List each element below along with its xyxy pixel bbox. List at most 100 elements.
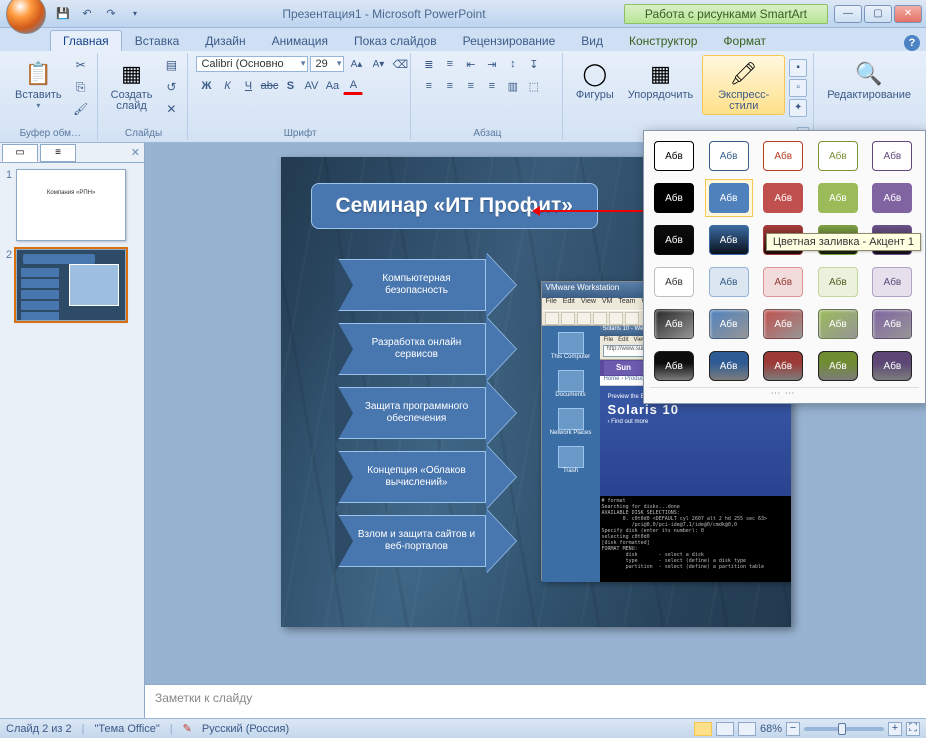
arrow-item[interactable]: Защита программного обеспечения — [336, 387, 516, 439]
font-color-icon[interactable]: A — [343, 77, 363, 95]
undo-icon[interactable]: ↶ — [78, 5, 96, 23]
style-swatch[interactable]: Абв — [759, 305, 807, 343]
tab-design[interactable]: Дизайн — [192, 30, 258, 51]
tab-insert[interactable]: Вставка — [122, 30, 193, 51]
style-swatch[interactable]: Абв — [868, 179, 916, 217]
close-button[interactable]: ✕ — [894, 5, 922, 23]
shadow-button[interactable]: S — [280, 77, 300, 95]
shrink-font-icon[interactable]: A▾ — [368, 55, 388, 73]
quick-styles-button[interactable]: 🖍 Экспресс-стили — [702, 55, 785, 115]
style-swatch[interactable]: Абв — [814, 347, 862, 385]
numbering-icon[interactable]: ≡ — [440, 55, 460, 73]
style-swatch[interactable]: Абв — [705, 305, 753, 343]
shapes-button[interactable]: ◯ Фигуры — [571, 55, 619, 104]
italic-button[interactable]: К — [217, 77, 237, 95]
style-swatch[interactable]: Абв — [705, 137, 753, 175]
justify-icon[interactable]: ≡ — [482, 77, 502, 95]
align-right-icon[interactable]: ≡ — [461, 77, 481, 95]
slide-thumbnail-2[interactable] — [16, 249, 126, 321]
notes-pane[interactable]: Заметки к слайду — [145, 684, 926, 718]
style-swatch[interactable]: Абв — [705, 347, 753, 385]
style-swatch[interactable]: Абв — [868, 263, 916, 301]
arrow-item[interactable]: Концепция «Облаков вычислений» — [336, 451, 516, 503]
arrow-item[interactable]: Разработка онлайн сервисов — [336, 323, 516, 375]
style-swatch[interactable]: Абв — [650, 347, 698, 385]
zoom-thumb[interactable] — [838, 723, 846, 735]
maximize-button[interactable]: ▢ — [864, 5, 892, 23]
tab-view[interactable]: Вид — [568, 30, 616, 51]
tab-home[interactable]: Главная — [50, 30, 122, 51]
minimize-button[interactable]: — — [834, 5, 862, 23]
decrease-indent-icon[interactable]: ⇤ — [461, 55, 481, 73]
zoom-level[interactable]: 68% — [760, 723, 782, 735]
zoom-in-button[interactable]: + — [888, 722, 902, 736]
shape-fill-icon[interactable]: ▪ — [789, 59, 807, 77]
arrange-button[interactable]: ▦ Упорядочить — [623, 55, 698, 104]
style-swatch[interactable]: Абв — [650, 263, 698, 301]
tab-review[interactable]: Рецензирование — [450, 30, 569, 51]
language-label[interactable]: Русский (Россия) — [202, 723, 289, 735]
tab-animation[interactable]: Анимация — [259, 30, 341, 51]
style-swatch[interactable]: Абв — [705, 179, 753, 217]
tab-smartart-design[interactable]: Конструктор — [616, 30, 710, 51]
font-family-combo[interactable]: Calibri (Основно — [196, 56, 308, 72]
smartart-arrows[interactable]: Компьютерная безопасность Разработка онл… — [336, 259, 516, 567]
grow-font-icon[interactable]: A▴ — [346, 55, 366, 73]
copy-icon[interactable]: ⎘ — [71, 77, 91, 97]
outline-tab[interactable]: ≡ — [40, 144, 76, 162]
zoom-slider[interactable] — [804, 727, 884, 731]
shape-outline-icon[interactable]: ▫ — [789, 79, 807, 97]
align-left-icon[interactable]: ≡ — [419, 77, 439, 95]
style-swatch[interactable]: Абв — [650, 221, 698, 259]
change-case-icon[interactable]: Aa — [322, 77, 342, 95]
columns-icon[interactable]: ▥ — [503, 77, 523, 95]
text-direction-icon[interactable]: ↧ — [524, 55, 544, 73]
increase-indent-icon[interactable]: ⇥ — [482, 55, 502, 73]
style-swatch[interactable]: Абв — [759, 179, 807, 217]
font-size-combo[interactable]: 29 — [310, 56, 344, 72]
find-button[interactable]: 🔍 Редактирование — [822, 55, 916, 104]
style-swatch[interactable]: Абв — [650, 305, 698, 343]
slide-thumbnail-1[interactable]: Компания «РПН» — [16, 169, 126, 241]
sorter-view-icon[interactable] — [716, 722, 734, 736]
strike-button[interactable]: abc — [259, 77, 279, 95]
style-swatch[interactable]: Абв — [868, 347, 916, 385]
layout-icon[interactable]: ▤ — [161, 55, 181, 75]
format-painter-icon[interactable]: 🖌 — [71, 99, 91, 119]
style-swatch[interactable]: Абв — [759, 263, 807, 301]
qat-customize-icon[interactable]: ▾ — [126, 5, 144, 23]
slides-tab[interactable]: ▭ — [2, 144, 38, 162]
style-swatch[interactable]: Абв — [650, 179, 698, 217]
char-spacing-icon[interactable]: AV — [301, 77, 321, 95]
delete-slide-icon[interactable]: ✕ — [161, 99, 181, 119]
bold-button[interactable]: Ж — [196, 77, 216, 95]
new-slide-button[interactable]: ▦ Создать слайд — [106, 55, 158, 115]
style-swatch[interactable]: Абв — [868, 305, 916, 343]
style-swatch[interactable]: Абв — [868, 137, 916, 175]
style-swatch[interactable]: Абв — [705, 263, 753, 301]
fit-window-icon[interactable]: ⛶ — [906, 722, 920, 736]
reset-icon[interactable]: ↺ — [161, 77, 181, 97]
gallery-more-handle[interactable]: ⋯⋯ — [650, 387, 919, 401]
style-swatch[interactable]: Абв — [705, 221, 753, 259]
tab-slideshow[interactable]: Показ слайдов — [341, 30, 450, 51]
clear-formatting-icon[interactable]: ⌫ — [390, 55, 410, 73]
style-swatch[interactable]: Абв — [650, 137, 698, 175]
style-swatch[interactable]: Абв — [759, 347, 807, 385]
arrow-item[interactable]: Взлом и защита сайтов и веб-порталов — [336, 515, 516, 567]
underline-button[interactable]: Ч — [238, 77, 258, 95]
smartart-convert-icon[interactable]: ⬚ — [524, 77, 544, 95]
shape-effects-icon[interactable]: ✦ — [789, 99, 807, 117]
help-icon[interactable]: ? — [904, 35, 920, 51]
spell-check-icon[interactable]: ✎ — [183, 722, 192, 735]
style-swatch[interactable]: Абв — [814, 263, 862, 301]
slideshow-view-icon[interactable] — [738, 722, 756, 736]
style-swatch[interactable]: Абв — [759, 137, 807, 175]
style-swatch[interactable]: Абв — [814, 305, 862, 343]
arrow-item[interactable]: Компьютерная безопасность — [336, 259, 516, 311]
normal-view-icon[interactable] — [694, 722, 712, 736]
line-spacing-icon[interactable]: ↕ — [503, 55, 523, 73]
style-swatch[interactable]: Абв — [814, 137, 862, 175]
slide-title-shape[interactable]: Семинар «ИТ Профит» — [311, 183, 598, 229]
panel-close-icon[interactable]: ✕ — [131, 146, 140, 159]
